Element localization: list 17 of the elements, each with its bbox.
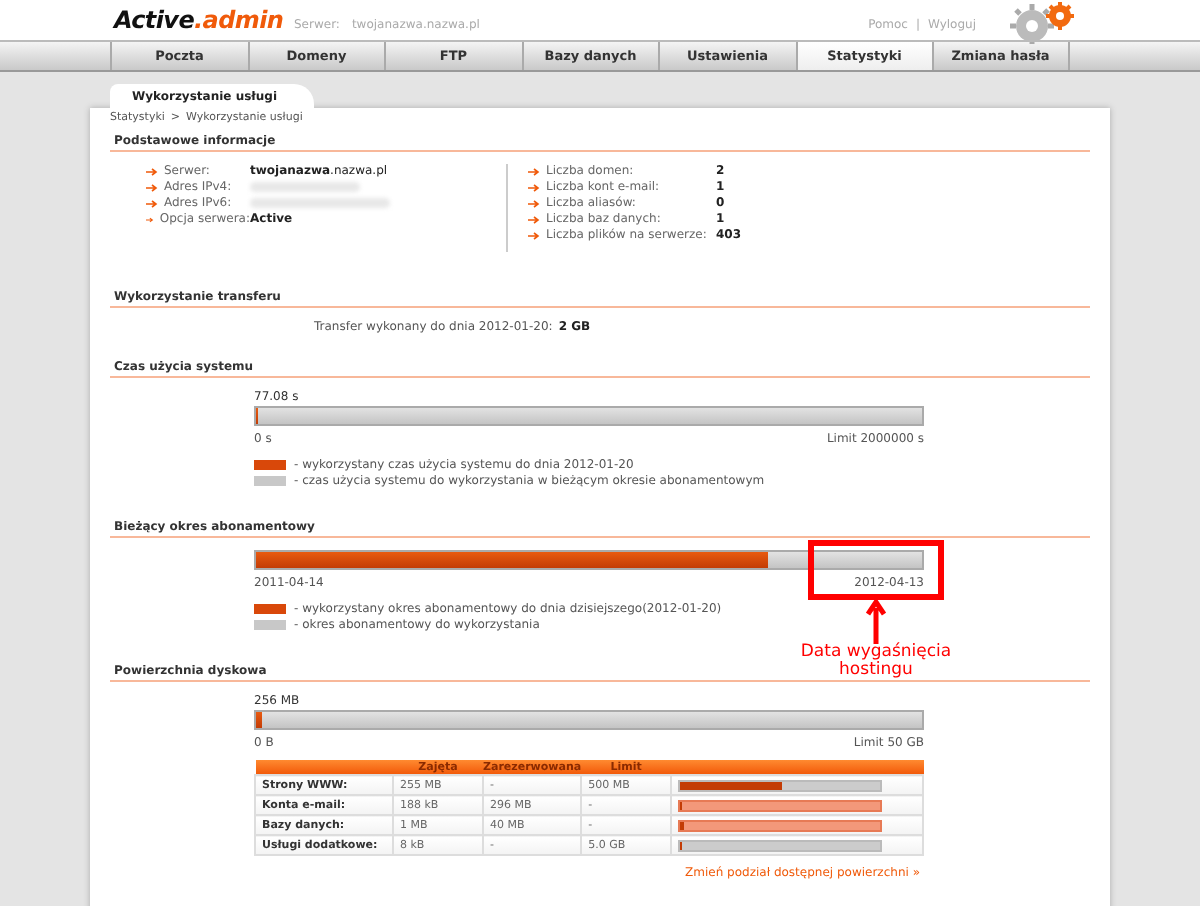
- arrow-icon: [528, 231, 540, 239]
- arrow-icon: [146, 199, 158, 207]
- legend-swatch: [254, 460, 286, 470]
- arrow-icon: [146, 167, 158, 175]
- legend-swatch: [254, 604, 286, 614]
- arrow-icon: [528, 183, 540, 191]
- arrow-icon: [528, 167, 540, 175]
- arrow-icon: [528, 199, 540, 207]
- legend-swatch: [254, 476, 286, 486]
- legend-swatch: [254, 620, 286, 630]
- annotation-arrow: [866, 600, 886, 644]
- arrow-icon: [528, 215, 540, 223]
- arrow-icon: [146, 215, 154, 223]
- annotation-text: Data wygaśnięcia hostingu: [798, 644, 954, 682]
- logo: Active.admin: [114, 6, 286, 34]
- arrow-icon: [146, 183, 158, 191]
- highlight-frame: [808, 540, 944, 600]
